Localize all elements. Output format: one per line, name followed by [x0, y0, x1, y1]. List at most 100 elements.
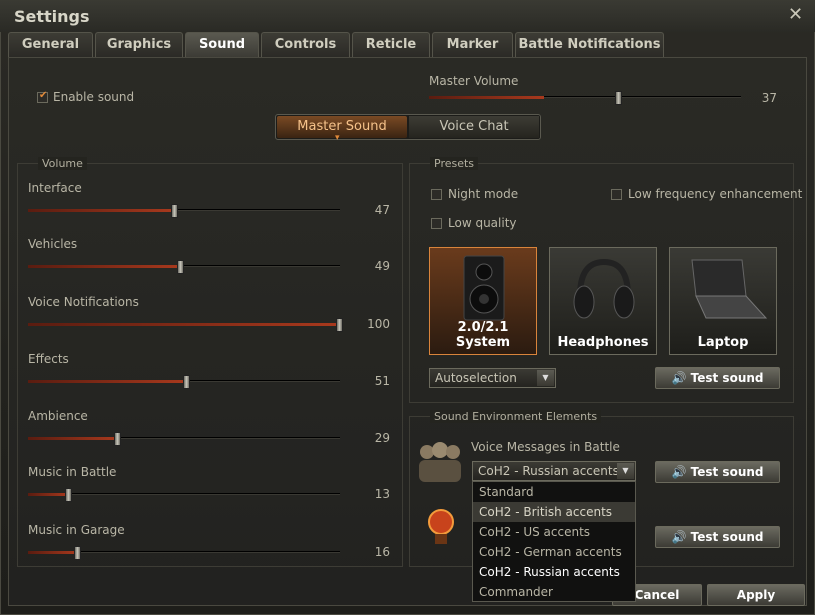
- master-volume-label: Master Volume: [429, 74, 519, 88]
- master-volume-slider[interactable]: [429, 91, 741, 105]
- low-frequency-label: Low frequency enhancement: [628, 187, 803, 201]
- slider-thumb[interactable]: [170, 204, 178, 218]
- speaker-icon: [463, 255, 505, 321]
- tab-sound[interactable]: Sound: [185, 32, 259, 57]
- volume-slider-label: Effects: [28, 352, 69, 366]
- tab-controls[interactable]: Controls: [261, 32, 350, 57]
- slider-fill: [28, 323, 340, 326]
- master-sound-toggle[interactable]: Master Sound: [277, 116, 407, 138]
- preset-card-system[interactable]: 2.0/2.1 System: [429, 247, 537, 355]
- slider-fill: [28, 493, 69, 496]
- menu-option[interactable]: CoH2 - Russian accents: [473, 562, 635, 582]
- slider-fill: [28, 209, 175, 212]
- lightbulb-icon: [428, 509, 454, 544]
- test-sound-label: Test sound: [690, 465, 764, 479]
- preset-card-label: Laptop: [697, 335, 749, 350]
- presets-group-label: Presets: [430, 157, 479, 170]
- window-title: Settings: [14, 7, 90, 26]
- volume-slider-value: 13: [374, 487, 390, 501]
- preset-dropdown[interactable]: Autoselection ▼: [429, 368, 556, 388]
- close-icon[interactable]: ✕: [788, 4, 803, 25]
- low-frequency-checkbox[interactable]: [611, 189, 622, 200]
- preset-card-label: 2.0/2.1 System: [455, 320, 511, 350]
- volume-slider-value: 51: [374, 374, 390, 388]
- menu-option[interactable]: Commander: [473, 582, 635, 602]
- speaker-small-icon: 🔊: [671, 530, 687, 544]
- slider-thumb[interactable]: [114, 432, 122, 446]
- chevron-down-icon: ▼: [537, 370, 554, 386]
- speaker-small-icon: 🔊: [671, 371, 687, 385]
- slider-fill: [28, 380, 188, 383]
- voice-messages-dropdown[interactable]: CoH2 - Russian accents ▼: [472, 461, 636, 481]
- volume-slider[interactable]: [28, 375, 340, 389]
- title-bar: [0, 0, 815, 32]
- apply-button[interactable]: Apply: [707, 584, 805, 606]
- slider-fill: [28, 265, 181, 268]
- enable-sound-label: Enable sound: [53, 90, 135, 104]
- master-volume-value: 37: [761, 91, 777, 105]
- voice-messages-label: Voice Messages in Battle: [471, 440, 620, 454]
- volume-slider-value: 49: [374, 259, 390, 273]
- slider-thumb[interactable]: [183, 375, 191, 389]
- laptop-icon: [691, 259, 768, 319]
- volume-slider[interactable]: [28, 318, 343, 332]
- test-sound-label: Test sound: [690, 530, 764, 544]
- volume-slider-value: 47: [374, 203, 390, 217]
- volume-slider-label: Ambience: [28, 409, 88, 423]
- slider-fill: [28, 551, 78, 554]
- tab-general[interactable]: General: [8, 32, 93, 57]
- tab-marker[interactable]: Marker: [432, 32, 513, 57]
- chevron-down-icon: ▾: [335, 133, 340, 143]
- menu-option[interactable]: CoH2 - British accents: [473, 502, 635, 522]
- test-sound-label: Test sound: [690, 371, 764, 385]
- low-quality-checkbox[interactable]: [431, 218, 442, 229]
- preset-card-label: Headphones: [557, 335, 649, 350]
- night-mode-label: Night mode: [448, 187, 519, 201]
- slider-thumb[interactable]: [615, 91, 623, 105]
- headphones-icon: [573, 258, 635, 319]
- volume-slider-label: Voice Notifications: [28, 295, 139, 309]
- volume-slider[interactable]: [28, 546, 340, 560]
- volume-group: [17, 163, 403, 567]
- volume-group-label: Volume: [38, 157, 87, 170]
- slider-thumb[interactable]: [176, 260, 184, 274]
- volume-slider[interactable]: [28, 488, 340, 502]
- tab-graphics[interactable]: Graphics: [95, 32, 183, 57]
- volume-slider-label: Interface: [28, 181, 82, 195]
- preset-card-laptop[interactable]: Laptop: [669, 247, 777, 355]
- volume-slider-value: 100: [367, 317, 390, 331]
- slider-fill: [28, 437, 119, 440]
- volume-slider-label: Vehicles: [28, 237, 78, 251]
- preset-card-headphones[interactable]: Headphones: [549, 247, 657, 355]
- volume-slider-label: Music in Battle: [28, 465, 117, 479]
- test-sound-button-signal[interactable]: 🔊 Test sound: [655, 526, 780, 548]
- test-sound-button-voice[interactable]: 🔊 Test sound: [655, 461, 780, 483]
- environment-group-label: Sound Environment Elements: [430, 410, 602, 423]
- menu-option[interactable]: CoH2 - German accents: [473, 542, 635, 562]
- slider-fill: [429, 96, 545, 99]
- voice-chat-toggle[interactable]: Voice Chat: [409, 116, 539, 138]
- night-mode-checkbox[interactable]: [431, 189, 442, 200]
- volume-slider[interactable]: [28, 260, 340, 274]
- slider-thumb[interactable]: [73, 546, 81, 560]
- slider-thumb[interactable]: [336, 318, 343, 332]
- volume-slider-label: Music in Garage: [28, 523, 125, 537]
- tab-battle-notifications[interactable]: Battle Notifications: [515, 32, 664, 57]
- volume-slider[interactable]: [28, 204, 340, 218]
- speaker-small-icon: 🔊: [671, 465, 687, 479]
- preset-dropdown-value: Autoselection: [435, 371, 517, 385]
- voice-messages-value: CoH2 - Russian accents: [478, 464, 619, 478]
- sound-mode-toggle: Master Sound Voice Chat: [275, 114, 541, 140]
- enable-sound-checkbox[interactable]: [37, 90, 48, 103]
- volume-slider-value: 29: [374, 431, 390, 445]
- menu-option[interactable]: Standard: [473, 482, 635, 502]
- soldiers-icon: [419, 442, 461, 482]
- slider-thumb[interactable]: [64, 488, 72, 502]
- tab-reticle[interactable]: Reticle: [352, 32, 430, 57]
- chevron-down-icon: ▼: [617, 463, 634, 479]
- test-sound-button[interactable]: 🔊 Test sound: [655, 367, 780, 389]
- low-quality-label: Low quality: [448, 216, 517, 230]
- voice-options-menu: Standard CoH2 - British accents CoH2 - U…: [472, 481, 636, 602]
- menu-option[interactable]: CoH2 - US accents: [473, 522, 635, 542]
- volume-slider[interactable]: [28, 432, 340, 446]
